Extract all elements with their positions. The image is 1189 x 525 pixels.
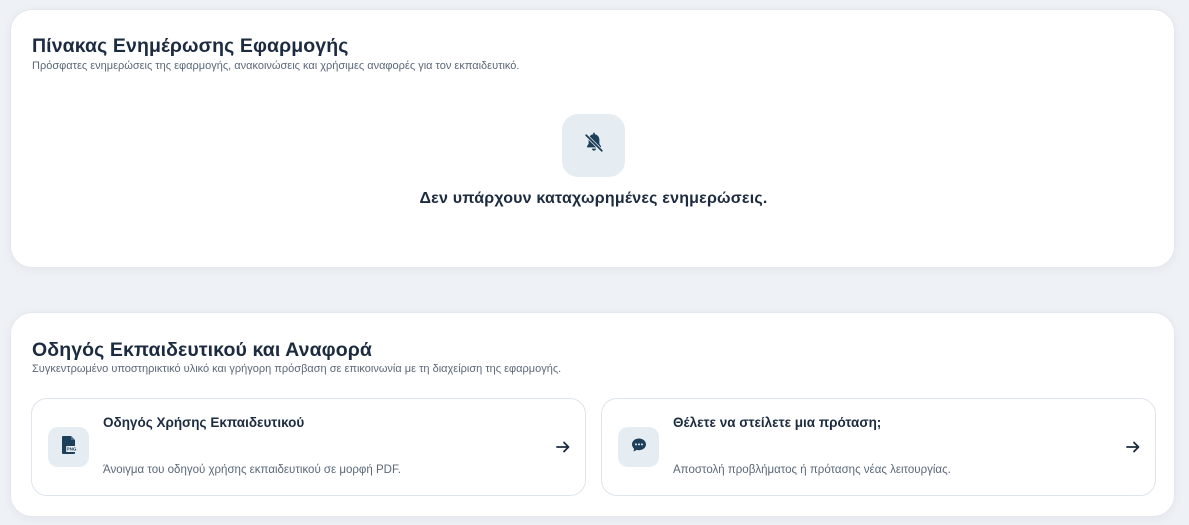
teacher-guide-link-card[interactable]: PNG Οδηγός Χρήσης Εκπαιδευτικού Άνοιγμα … — [31, 398, 586, 496]
arrow-right-icon[interactable] — [555, 439, 571, 455]
updates-subtitle: Πρόσφατες ενημερώσεις της εφαρμογής, ανα… — [32, 60, 520, 72]
suggestion-title: Θέλετε να στείλετε μια πρόταση; — [673, 415, 882, 430]
arrow-right-icon[interactable] — [1125, 439, 1141, 455]
empty-state-message: Δεν υπάρχουν καταχωρημένες ενημερώσεις. — [419, 190, 768, 207]
guide-subtitle: Συγκεντρωμένο υποστηρικτικό υλικό και γρ… — [32, 363, 562, 375]
guide-panel: Οδηγός Εκπαιδευτικού και Αναφορά Συγκεντ… — [10, 312, 1175, 517]
bell-off-icon — [582, 131, 606, 160]
updates-title: Πίνακας Ενημέρωσης Εφαρμογής — [32, 35, 349, 57]
pdf-file-icon-container: PNG — [48, 427, 89, 467]
pdf-file-icon: PNG — [60, 435, 78, 460]
chat-bubble-icon-container — [618, 427, 659, 467]
suggestion-description: Αποστολή προβλήματος ή πρότασης νέας λει… — [673, 464, 951, 476]
guide-title: Οδηγός Εκπαιδευτικού και Αναφορά — [32, 339, 372, 361]
suggestion-link-card[interactable]: Θέλετε να στείλετε μια πρόταση; Αποστολή… — [601, 398, 1156, 496]
updates-panel: Πίνακας Ενημέρωσης Εφαρμογής Πρόσφατες ε… — [10, 9, 1175, 268]
teacher-guide-description: Άνοιγμα του οδηγού χρήσης εκπαιδευτικού … — [103, 464, 401, 476]
pdf-file-icon-label: PNG — [66, 446, 76, 451]
empty-state-icon-container — [562, 114, 625, 177]
teacher-guide-title: Οδηγός Χρήσης Εκπαιδευτικού — [103, 415, 305, 430]
chat-bubble-icon — [630, 436, 648, 459]
